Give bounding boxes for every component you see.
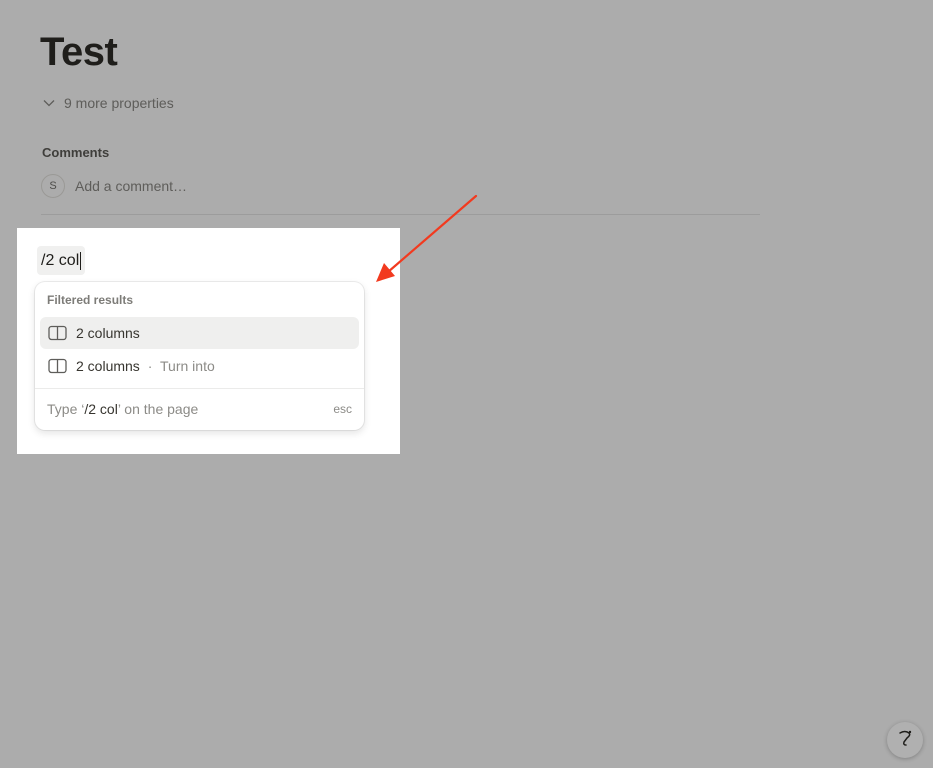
- more-properties-toggle[interactable]: 9 more properties: [42, 92, 174, 114]
- menu-footer-text: Type ‘/2 col’ on the page: [47, 401, 199, 417]
- chevron-down-icon: [42, 96, 56, 110]
- menu-item-2-columns[interactable]: 2 columns: [40, 317, 359, 349]
- menu-item-label: 2 columns: [76, 325, 140, 341]
- comment-row: S Add a comment…: [41, 174, 187, 198]
- esc-hint[interactable]: esc: [333, 402, 352, 416]
- columns-icon: [48, 358, 67, 374]
- slash-command-menu: Filtered results 2 columns 2 columns · T…: [35, 282, 364, 430]
- comment-input[interactable]: Add a comment…: [75, 178, 187, 194]
- page-title: Test: [40, 30, 118, 74]
- menu-item-suffix: Turn into: [160, 358, 215, 374]
- menu-header: Filtered results: [47, 293, 134, 307]
- menu-item-label: 2 columns: [76, 358, 140, 374]
- menu-item-2-columns-turn-into[interactable]: 2 columns · Turn into: [40, 350, 359, 382]
- menu-footer: Type ‘/2 col’ on the page esc: [47, 388, 352, 430]
- more-properties-label: 9 more properties: [64, 95, 174, 111]
- help-question-icon: [894, 727, 916, 754]
- slash-command-input[interactable]: /2 col: [37, 246, 86, 275]
- columns-icon: [48, 325, 67, 341]
- divider: [41, 214, 760, 215]
- help-button[interactable]: [887, 722, 923, 758]
- slash-command-text: /2 col: [41, 251, 80, 269]
- avatar: S: [41, 174, 65, 198]
- menu-item-separator: ·: [147, 358, 153, 374]
- menu-footer-query: /2 col: [84, 401, 118, 417]
- comments-heading: Comments: [42, 145, 110, 160]
- text-caret: [80, 251, 82, 270]
